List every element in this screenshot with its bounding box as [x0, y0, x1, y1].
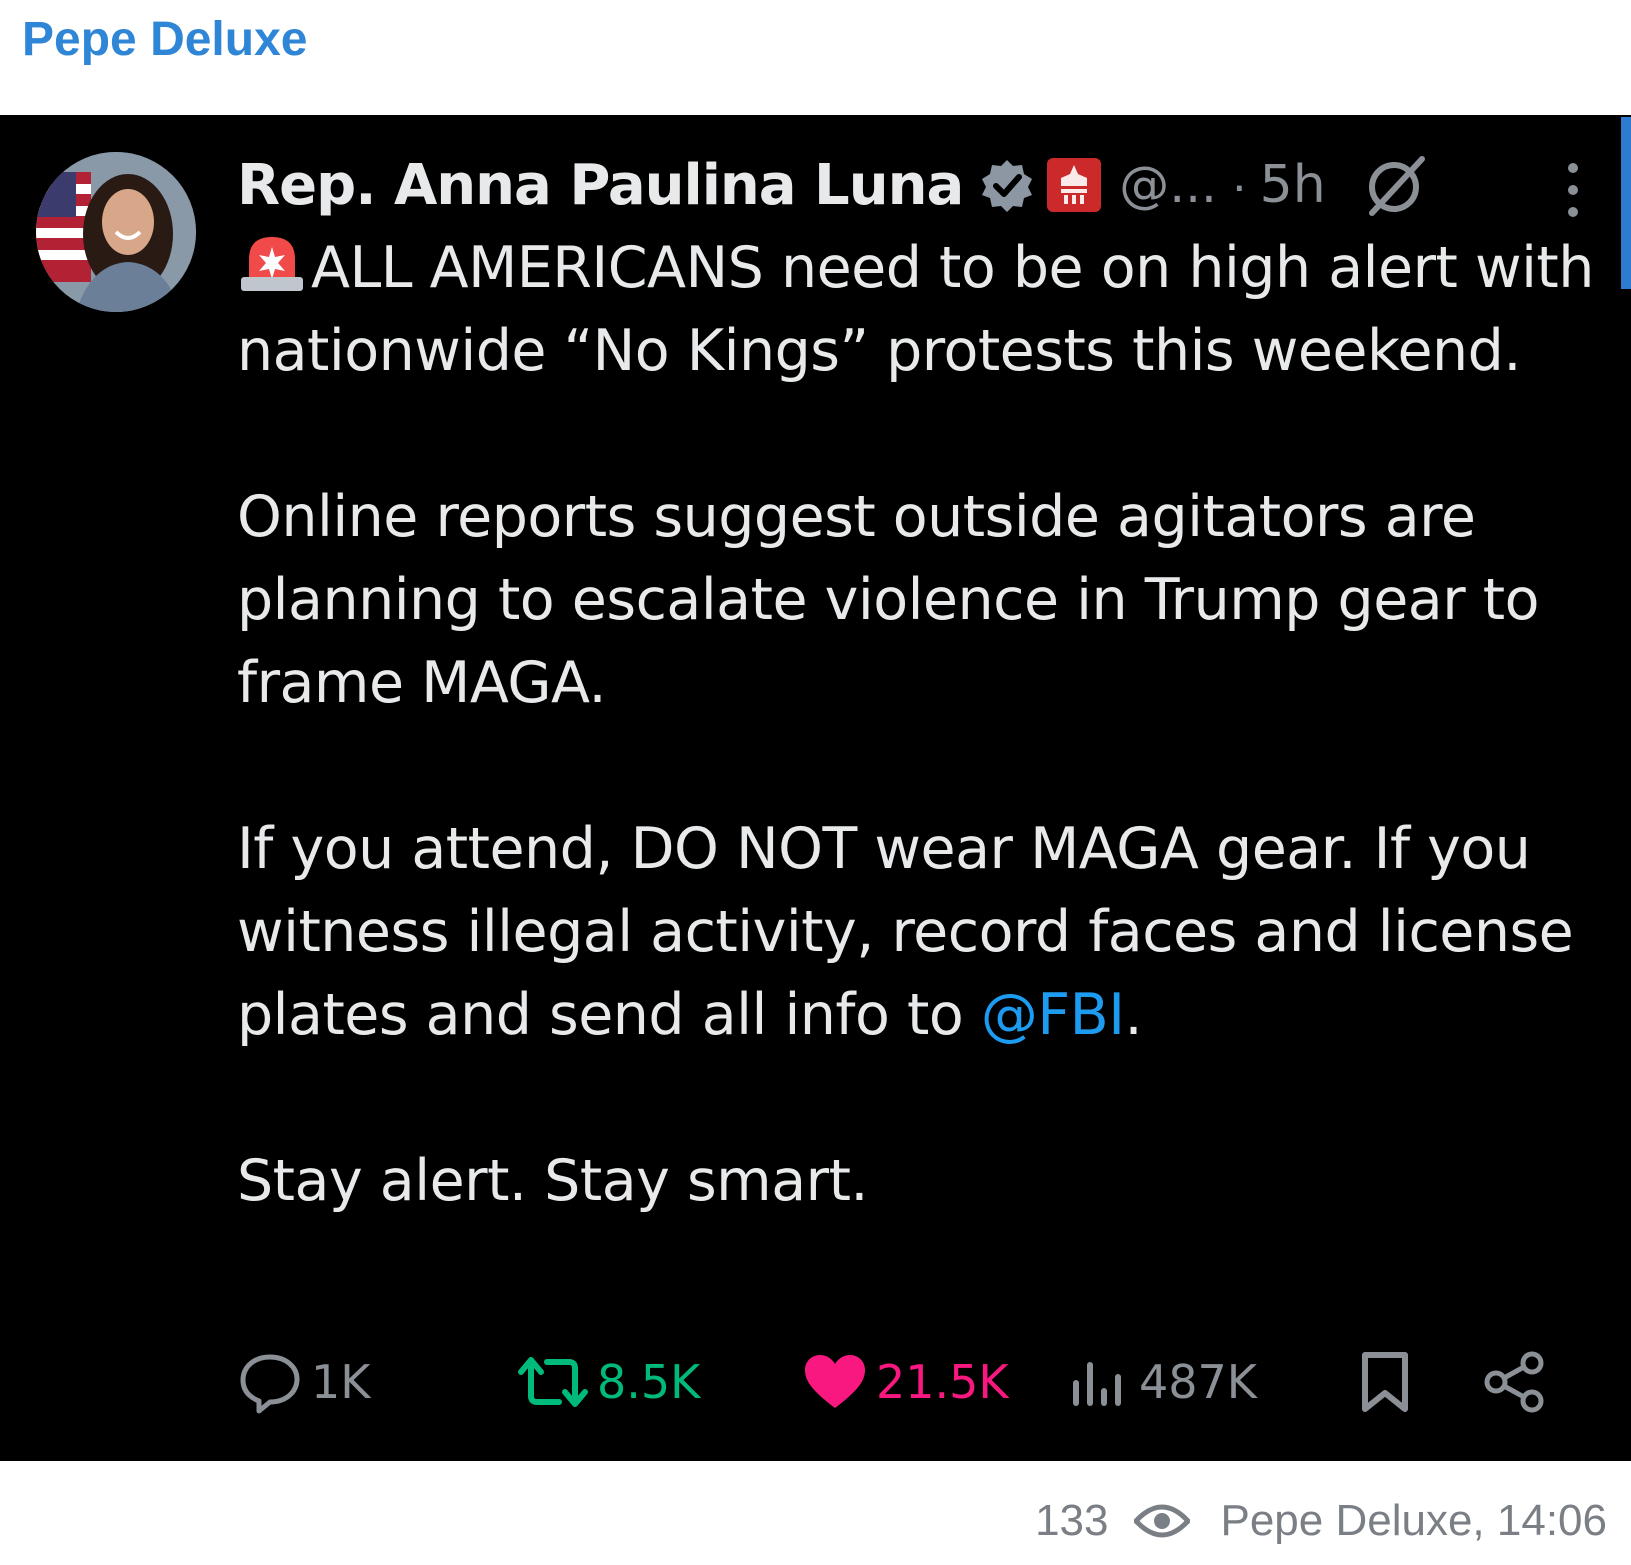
view-count: 133: [1035, 1496, 1109, 1545]
like-count: 21.5K: [876, 1355, 1009, 1409]
author-handle[interactable]: @...: [1119, 156, 1217, 214]
tweet-paragraph-4: Stay alert. Stay smart.: [237, 1148, 869, 1214]
message-signature: Pepe Deluxe, 14:06: [1220, 1496, 1607, 1545]
tweet-body: ALL AMERICANS need to be on high alert w…: [237, 227, 1597, 1223]
header-separator: ·: [1230, 157, 1248, 213]
bookmark-icon: [1362, 1352, 1408, 1412]
repost-count: 8.5K: [597, 1355, 701, 1409]
share-icon: [1484, 1351, 1544, 1413]
grok-icon[interactable]: [1364, 153, 1428, 217]
tweet-paragraph-1: ALL AMERICANS need to be on high alert w…: [237, 235, 1594, 384]
like-button[interactable]: 21.5K: [802, 1347, 1009, 1417]
avatar[interactable]: [36, 152, 196, 312]
reply-count: 1K: [311, 1355, 371, 1409]
fbi-mention-link[interactable]: @FBI: [981, 982, 1125, 1048]
scroll-indicator: [1621, 117, 1631, 289]
more-options-icon[interactable]: [1563, 160, 1583, 220]
tweet-actions: 1K 8.5K 21.5K 487K: [237, 1347, 1557, 1417]
reply-icon: [240, 1354, 300, 1414]
message-footer: 133 Pepe Deluxe, 14:06: [1035, 1491, 1607, 1551]
tweet-paragraph-2: Online reports suggest outside agitators…: [237, 484, 1540, 716]
views-button[interactable]: 487K: [1067, 1347, 1257, 1417]
author-name[interactable]: Rep. Anna Paulina Luna: [237, 153, 964, 218]
tweet-paragraph-3-text: If you attend, DO NOT wear MAGA gear. If…: [237, 816, 1574, 1048]
tweet-screenshot[interactable]: Rep. Anna Paulina Luna @... · 5h ALL AME…: [0, 115, 1631, 1461]
government-badge-icon: [1047, 158, 1102, 212]
post-time[interactable]: 5h: [1260, 155, 1326, 215]
repost-icon: [518, 1357, 588, 1407]
views-count: 487K: [1139, 1355, 1257, 1409]
tweet-paragraph: ALL AMERICANS need to be on high alert w…: [237, 227, 1597, 393]
eye-icon: [1134, 1504, 1191, 1538]
verified-badge-icon: [982, 160, 1033, 212]
siren-emoji-icon: [241, 237, 303, 291]
reply-button[interactable]: 1K: [237, 1347, 370, 1417]
tweet-paragraph-3: If you attend, DO NOT wear MAGA gear. If…: [237, 808, 1597, 1057]
heart-icon: [805, 1355, 865, 1408]
bookmark-button[interactable]: [1357, 1347, 1421, 1417]
tweet-header: Rep. Anna Paulina Luna @... · 5h: [237, 145, 1577, 225]
share-button[interactable]: [1482, 1347, 1556, 1417]
channel-name[interactable]: Pepe Deluxe: [22, 12, 307, 68]
avatar-image: [36, 152, 196, 312]
views-icon: [1073, 1362, 1121, 1406]
message-card: Pepe Deluxe Rep. Anna Paulina Luna @... …: [0, 0, 1631, 1565]
repost-button[interactable]: 8.5K: [517, 1347, 700, 1417]
mention-suffix: .: [1124, 982, 1143, 1048]
